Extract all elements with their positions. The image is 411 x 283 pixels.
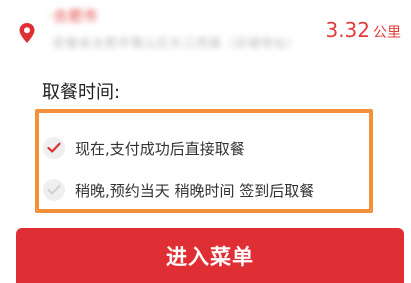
distance-value: 3.32 [325,18,370,42]
store-name: ·合肥市 [48,9,99,25]
pickup-option-label: 现在,支付成功后直接取餐 [75,139,245,158]
distance-unit: 公里 [373,25,401,41]
store-distance: 3.32 公里 [325,18,401,42]
store-address: ·安徽省合肥市蜀山区长江西路（店铺地址） [48,36,300,50]
checkmark-icon [43,179,65,201]
location-pin-icon [19,23,35,43]
pickup-options: 现在,支付成功后直接取餐 稍晚,预约当天 稍晚时间 签到后取餐 [35,109,373,213]
pickup-option-later[interactable]: 稍晚,预约当天 稍晚时间 签到后取餐 [43,175,314,205]
checkmark-icon [43,137,65,159]
pickup-time-title: 取餐时间: [42,82,121,103]
pickup-option-now[interactable]: 现在,支付成功后直接取餐 [43,133,245,163]
pickup-option-label: 稍晚,预约当天 稍晚时间 签到后取餐 [75,181,315,200]
enter-menu-button[interactable]: 进入菜单 [16,228,404,283]
store-info[interactable]: ·合肥市 ·安徽省合肥市蜀山区长江西路（店铺地址） 3.32 公里 [0,0,411,62]
